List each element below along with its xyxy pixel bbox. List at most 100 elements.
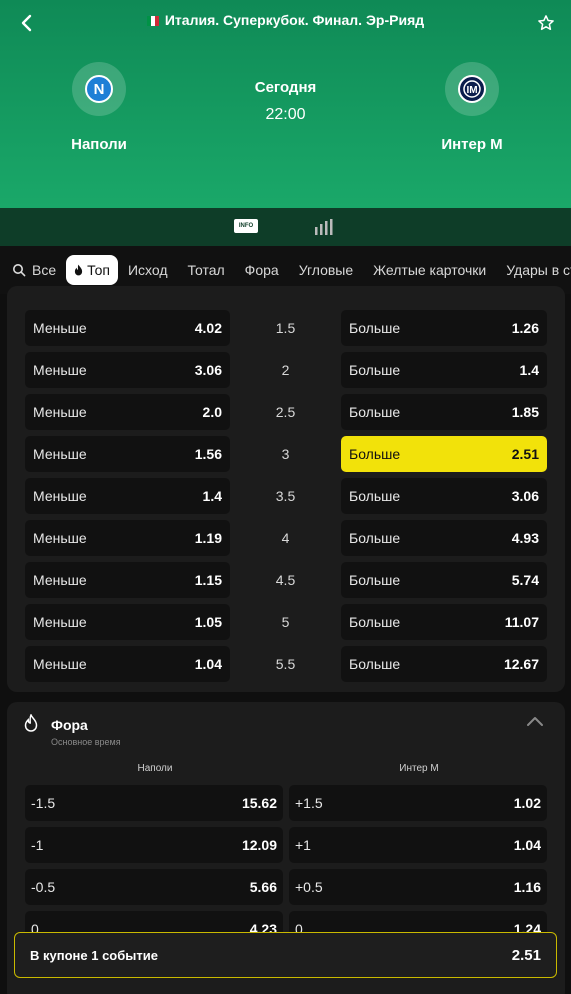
- category-top[interactable]: Топ: [66, 255, 118, 285]
- total-row: Меньше 1.4 3.5 Больше 3.06: [25, 478, 547, 514]
- chevron-up-icon[interactable]: [526, 714, 544, 728]
- away-handicap-button[interactable]: +1.5 1.02: [289, 785, 547, 821]
- stats-tab[interactable]: [314, 219, 334, 235]
- match-day: Сегодня: [254, 79, 317, 96]
- under-odd-button[interactable]: Меньше 2.0: [25, 394, 230, 430]
- over-odd-button[interactable]: Больше 5.74: [341, 562, 547, 598]
- home-handicap-button[interactable]: -1 12.09: [25, 827, 283, 863]
- italy-flag-icon: [146, 16, 159, 26]
- home-handicap-odd: 15.62: [241, 795, 277, 811]
- category-all[interactable]: Все: [0, 255, 66, 285]
- home-handicap-line: -1: [31, 837, 44, 853]
- home-handicap-line: -0.5: [31, 879, 56, 895]
- under-odd: 1.04: [194, 656, 222, 672]
- over-odd: 4.93: [511, 530, 539, 546]
- under-odd: 1.05: [194, 614, 222, 630]
- coupon-label: В купоне 1 событие: [30, 947, 158, 963]
- away-handicap-line: +1.5: [295, 795, 323, 811]
- category-shots-on-target[interactable]: Удары в створ: [496, 255, 571, 285]
- handicap-home-header: Наполи: [137, 763, 173, 774]
- away-handicap-odd: 1.04: [513, 837, 541, 853]
- total-market-card: Меньше 4.02 1.5 Больше 1.26 Меньше 3.06 2 Больше…: [7, 286, 565, 692]
- under-odd: 1.4: [202, 488, 222, 504]
- total-line: 1.5: [275, 320, 296, 336]
- away-handicap-odd: 1.16: [513, 879, 541, 895]
- home-team-name: Наполи: [71, 136, 127, 153]
- under-label: Меньше: [33, 572, 87, 588]
- category-total[interactable]: Тотал: [178, 255, 235, 285]
- under-odd-button[interactable]: Меньше 1.19: [25, 520, 230, 556]
- under-label: Меньше: [33, 404, 87, 420]
- under-odd-button[interactable]: Меньше 1.4: [25, 478, 230, 514]
- over-label: Больше: [349, 320, 401, 336]
- over-odd-button[interactable]: Больше 11.07: [341, 604, 547, 640]
- match-hour: 22:00: [265, 106, 306, 123]
- away-handicap-button[interactable]: +0.5 1.16: [289, 869, 547, 905]
- over-odd: 1.4: [519, 362, 539, 378]
- away-handicap-line: +0.5: [295, 879, 323, 895]
- svg-text:N: N: [94, 81, 105, 98]
- over-odd-button[interactable]: Больше 4.93: [341, 520, 547, 556]
- away-handicap-line: +1: [295, 837, 311, 853]
- under-label: Меньше: [33, 614, 87, 630]
- total-line: 4.5: [275, 572, 296, 588]
- handicap-subtitle: Основное время: [51, 737, 121, 747]
- category-corners[interactable]: Угловые: [289, 255, 363, 285]
- under-label: Меньше: [33, 362, 87, 378]
- category-yellow-cards[interactable]: Желтые карточки: [363, 255, 496, 285]
- over-odd: 12.67: [503, 656, 539, 672]
- away-team[interactable]: IM Интер М: [402, 62, 542, 153]
- over-label: Больше: [349, 530, 401, 546]
- home-handicap-button[interactable]: -0.5 5.66: [25, 869, 283, 905]
- over-odd-button[interactable]: Больше 1.26: [341, 310, 547, 346]
- match-page: Италия. Суперкубок. Финал. Эр-Рияд N Нап…: [0, 0, 571, 994]
- over-label: Больше: [349, 404, 401, 420]
- category-handicap[interactable]: Фора: [235, 255, 289, 285]
- away-handicap-button[interactable]: +1 1.04: [289, 827, 547, 863]
- over-odd-button[interactable]: Больше 1.85: [341, 394, 547, 430]
- total-line: 5.5: [275, 656, 296, 672]
- over-odd: 1.26: [511, 320, 539, 336]
- svg-text:IM: IM: [466, 85, 477, 96]
- over-odd-button[interactable]: Больше 2.51: [341, 436, 547, 472]
- over-odd-button[interactable]: Больше 12.67: [341, 646, 547, 682]
- fire-icon: [75, 264, 83, 276]
- match-subtabs: INFO: [0, 208, 571, 246]
- under-odd: 1.19: [194, 530, 222, 546]
- home-handicap-button[interactable]: -1.5 15.62: [25, 785, 283, 821]
- away-handicap-odd: 1.02: [513, 795, 541, 811]
- under-odd-button[interactable]: Меньше 1.15: [25, 562, 230, 598]
- home-handicap-odd: 12.09: [241, 837, 277, 853]
- favorite-button[interactable]: [533, 10, 559, 36]
- under-odd-button[interactable]: Меньше 1.05: [25, 604, 230, 640]
- over-odd: 5.74: [511, 572, 539, 588]
- handicap-away-header: Интер М: [399, 763, 439, 774]
- over-odd-button[interactable]: Больше 1.4: [341, 352, 547, 388]
- under-label: Меньше: [33, 530, 87, 546]
- handicap-row: -1.5 15.62 +1.5 1.02: [25, 785, 547, 821]
- total-row: Меньше 1.19 4 Больше 4.93: [25, 520, 547, 556]
- under-odd-button[interactable]: Меньше 3.06: [25, 352, 230, 388]
- category-outcome[interactable]: Исход: [118, 255, 178, 285]
- coupon-bar[interactable]: В купоне 1 событие 2.51: [14, 932, 557, 978]
- home-handicap-line: -1.5: [31, 795, 56, 811]
- handicap-row: -1 12.09 +1 1.04: [25, 827, 547, 863]
- bar-chart-icon: [315, 219, 333, 235]
- under-odd-button[interactable]: Меньше 4.02: [25, 310, 230, 346]
- inter-logo-icon: IM: [445, 62, 499, 116]
- under-label: Меньше: [33, 320, 87, 336]
- under-odd-button[interactable]: Меньше 1.56: [25, 436, 230, 472]
- over-label: Больше: [349, 446, 401, 462]
- total-row: Меньше 1.56 3 Больше 2.51: [25, 436, 547, 472]
- star-icon: [538, 15, 554, 31]
- over-label: Больше: [349, 362, 401, 378]
- home-team[interactable]: N Наполи: [29, 62, 169, 153]
- over-odd-button[interactable]: Больше 3.06: [341, 478, 547, 514]
- under-label: Меньше: [33, 488, 87, 504]
- match-header: Италия. Суперкубок. Финал. Эр-Рияд N Нап…: [0, 0, 571, 208]
- under-odd-button[interactable]: Меньше 1.04: [25, 646, 230, 682]
- under-odd: 1.15: [194, 572, 222, 588]
- over-label: Больше: [349, 572, 401, 588]
- info-tab[interactable]: INFO: [234, 219, 258, 233]
- under-odd: 3.06: [194, 362, 222, 378]
